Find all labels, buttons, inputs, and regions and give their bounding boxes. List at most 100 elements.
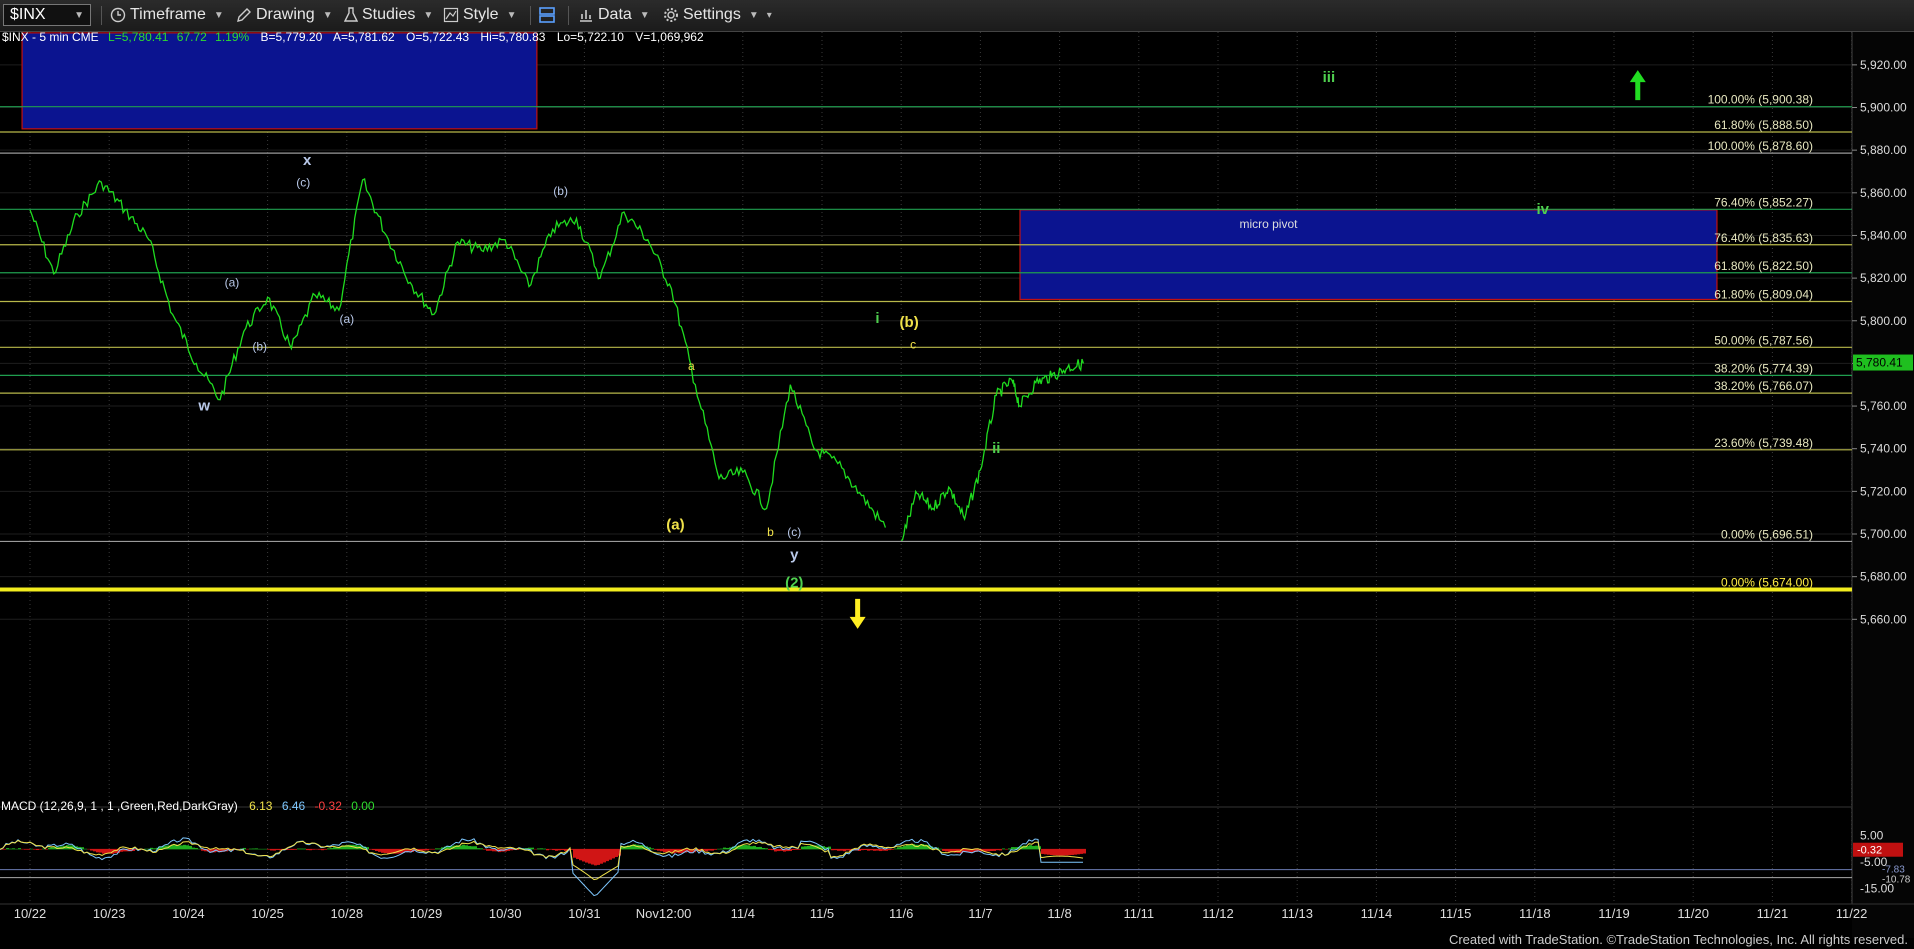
wave-label: ii bbox=[992, 440, 1000, 457]
macd-histogram-bar bbox=[1047, 848, 1050, 855]
macd-histogram-bar bbox=[534, 848, 537, 850]
x-tick-label: 11/19 bbox=[1598, 906, 1630, 921]
macd-histogram-bar bbox=[303, 848, 306, 850]
settings-menu[interactable]: Settings ▼ ▾ bbox=[663, 5, 772, 25]
macd-histogram-bar bbox=[603, 848, 606, 863]
macd-histogram-bar bbox=[312, 848, 315, 850]
wave-label: (b) bbox=[900, 314, 919, 331]
macd-histogram-bar bbox=[264, 848, 267, 850]
symbol-input[interactable]: $INX ▼ bbox=[3, 4, 91, 26]
symbol-text: $INX bbox=[10, 6, 46, 23]
wave-label: b bbox=[767, 525, 774, 539]
wave-label: (c) bbox=[296, 175, 310, 189]
macd-histogram-bar bbox=[987, 848, 990, 852]
timeframe-menu[interactable]: Timeframe ▼ bbox=[110, 5, 224, 25]
macd-histogram-bar bbox=[294, 848, 297, 850]
macd-histogram-bar bbox=[177, 845, 180, 850]
x-tick-label: 11/7 bbox=[968, 906, 992, 921]
toolbar-separator bbox=[530, 6, 531, 25]
y-tick-label: 5,720.00 bbox=[1860, 484, 1907, 498]
macd-histogram-bar bbox=[51, 847, 54, 850]
pencil-icon bbox=[237, 8, 251, 22]
toolbar: $INX ▼ Timeframe ▼ Drawing ▼ Studies ▼ S… bbox=[0, 0, 1914, 32]
quote-open: O=5,722.43 bbox=[406, 32, 469, 44]
macd-histogram-bar bbox=[756, 847, 759, 850]
macd-histogram-bar bbox=[873, 848, 876, 851]
chevron-down-icon: ▼ bbox=[748, 9, 759, 21]
macd-histogram-bar bbox=[480, 848, 483, 850]
macd-histogram-bar bbox=[579, 848, 582, 861]
macd-histogram-bar bbox=[24, 848, 27, 850]
macd-value-4: 0.00 bbox=[351, 799, 375, 813]
macd-histogram-bar bbox=[387, 848, 390, 854]
macd-histogram-bar bbox=[612, 848, 615, 859]
wave-label: c bbox=[910, 337, 916, 351]
macd-histogram-bar bbox=[324, 848, 327, 850]
price-chart[interactable]: micro pivot 100.00% (5,900.38) 61.80% (5,… bbox=[0, 32, 1914, 938]
macd-histogram-bar bbox=[996, 848, 999, 851]
y-tick-label: 5,920.00 bbox=[1860, 58, 1907, 72]
fib-label: 38.20% (5,766.07) bbox=[1714, 379, 1813, 393]
wave-label: (a) bbox=[339, 312, 354, 326]
macd-histogram-bar bbox=[801, 846, 804, 850]
macd-histogram-bar bbox=[258, 848, 261, 850]
macd-histogram-bar bbox=[309, 848, 312, 851]
layout-button[interactable] bbox=[538, 5, 556, 25]
fib-label: 76.40% (5,852.27) bbox=[1714, 195, 1813, 209]
macd-histogram-bar bbox=[552, 848, 555, 851]
x-tick-label: 11/15 bbox=[1440, 906, 1472, 921]
macd-histogram-bar bbox=[144, 848, 147, 850]
macd-histogram-bar bbox=[333, 847, 336, 850]
macd-histogram-bar bbox=[372, 848, 375, 851]
fib-label: 38.20% (5,774.39) bbox=[1714, 361, 1813, 375]
y-tick-label: 5,700.00 bbox=[1860, 527, 1907, 541]
macd-label-line: MACD (12,26,9, 1 , 1 ,Green,Red,DarkGray… bbox=[1, 799, 375, 813]
macd-histogram-bar bbox=[846, 848, 849, 851]
macd-histogram-bar bbox=[711, 848, 714, 851]
macd-histogram-bar bbox=[39, 848, 42, 850]
macd-histogram-bar bbox=[96, 848, 99, 853]
macd-histogram-bar bbox=[591, 848, 594, 865]
wave-label: (a) bbox=[666, 517, 684, 534]
clock-icon bbox=[110, 7, 126, 23]
macd-histogram-bar bbox=[9, 848, 12, 850]
macd-histogram-bar bbox=[651, 848, 654, 850]
macd-histogram-bar bbox=[1071, 848, 1074, 855]
macd-histogram-bar bbox=[483, 848, 486, 850]
macd-histogram-bar bbox=[705, 848, 708, 852]
macd-histogram-bar bbox=[834, 848, 837, 851]
macd-hist-marker-label: -0.32 bbox=[1857, 845, 1882, 857]
macd-histogram-bar bbox=[1056, 848, 1059, 856]
macd-histogram-bar bbox=[192, 847, 195, 850]
macd-histogram-bar bbox=[945, 848, 948, 852]
quote-last: L=5,780.41 bbox=[108, 32, 169, 44]
wave-label: iv bbox=[1536, 201, 1549, 218]
macd-histogram-bar bbox=[717, 848, 720, 850]
macd-histogram-bar bbox=[33, 848, 36, 850]
wave-label: x bbox=[303, 152, 312, 169]
studies-menu[interactable]: Studies ▼ bbox=[344, 5, 433, 25]
wave-label: y bbox=[790, 547, 799, 564]
macd-histogram-bar bbox=[21, 848, 24, 850]
macd-histogram-bar bbox=[906, 845, 909, 850]
macd-histogram-bar bbox=[255, 848, 258, 850]
macd-histogram-bar bbox=[561, 848, 564, 851]
macd-histogram-bar bbox=[804, 846, 807, 850]
macd-histogram-bar bbox=[30, 848, 33, 850]
macd-histogram-bar bbox=[384, 848, 387, 854]
macd-histogram-bar bbox=[792, 848, 795, 850]
macd-histogram-bar bbox=[486, 848, 489, 851]
data-menu[interactable]: Data ▼ bbox=[578, 5, 650, 25]
quote-ask: A=5,781.62 bbox=[333, 32, 395, 44]
drawing-menu[interactable]: Drawing ▼ bbox=[236, 5, 333, 25]
macd-histogram-bar bbox=[1053, 848, 1056, 856]
style-label: Style bbox=[463, 6, 499, 23]
macd-histogram-bar bbox=[615, 848, 618, 858]
macd-histogram-bar bbox=[993, 848, 996, 851]
macd-histogram-bar bbox=[1032, 845, 1035, 850]
style-menu[interactable]: Style ▼ bbox=[443, 5, 516, 25]
macd-histogram-bar bbox=[798, 848, 801, 850]
macd-histogram-bar bbox=[189, 845, 192, 850]
macd-histogram-bar bbox=[1002, 848, 1005, 850]
fib-label: 76.40% (5,835.63) bbox=[1714, 231, 1813, 245]
